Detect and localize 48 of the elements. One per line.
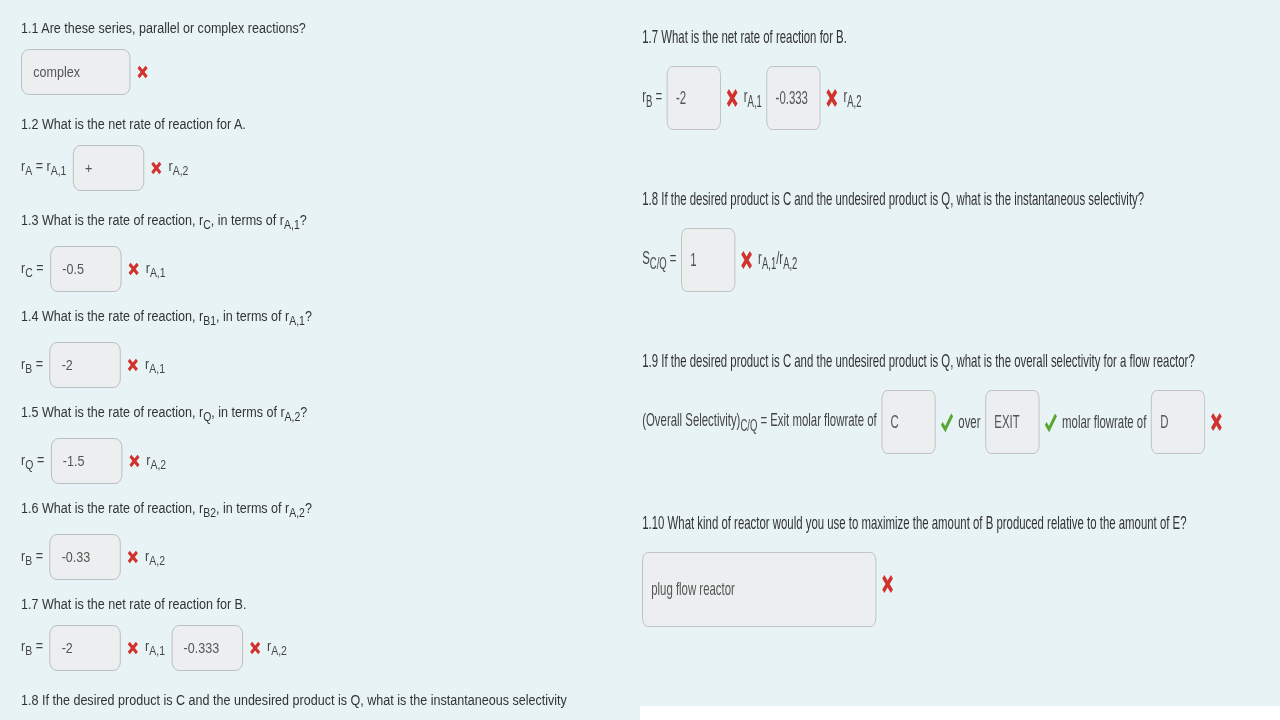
- answer-field[interactable]: -0.333: [171, 625, 243, 671]
- formula-label: r$_{A,2}$: [168, 157, 189, 179]
- formula-label: r$_{A,2}$: [843, 85, 862, 111]
- question-text: 1.10 What kind of reactor would you use to maximize the amount of B produced relative to the amount of E?: [642, 511, 1188, 535]
- formula-label: r$_{B}$ =: [642, 85, 663, 111]
- question-text: 1.5 What is the rate of reaction, r$_{Q}$, in terms of r$_{A,2}$?: [21, 402, 309, 427]
- formula-label: r$_{B}$ =: [21, 546, 44, 568]
- formula-label: S$_{C/Q}$ =: [642, 247, 677, 273]
- question-text: 1.4 What is the rate of reaction, r$_{B1}$, in terms of r$_{A,1}$?: [21, 306, 313, 331]
- formula-label: r$_{A,1}$: [145, 354, 165, 376]
- formula-label: r$_{A,1}$: [145, 637, 165, 659]
- answer-field[interactable]: complex: [21, 49, 131, 95]
- answer-field[interactable]: -0.33: [49, 534, 121, 581]
- formula-label: r$_{A}$ = r$_{A,1}$: [21, 157, 67, 179]
- question-text: 1.8 If the desired product is C and the undesired product is Q, what is the instantaneous selectivity: [21, 690, 568, 710]
- formula-label: r$_{A,2}$: [145, 546, 165, 568]
- formula-label: r$_{A,1}$: [145, 258, 166, 280]
- answer-field[interactable]: EXIT: [985, 390, 1040, 454]
- formula-label: r$_{B}$ =: [21, 354, 44, 376]
- question-text: 1.7 What is the net rate of reaction for B.: [642, 25, 848, 49]
- answer-field[interactable]: -2: [49, 625, 121, 671]
- question-text: 1.8 If the desired product is C and the undesired product is Q, what is the instantaneous selectivity?: [642, 187, 1146, 211]
- formula-label: molar flowrate of: [1062, 411, 1147, 433]
- formula-label: r$_{C}$ =: [21, 258, 44, 280]
- answer-field[interactable]: -0.333: [766, 66, 821, 130]
- question-text: 1.3 What is the rate of reaction, r$_{C}$, in terms of r$_{A,1}$?: [21, 210, 308, 235]
- answer-field[interactable]: +: [72, 145, 145, 191]
- formula-label: r$_{A,1}$/r$_{A,2}$: [758, 247, 798, 273]
- formula-label: over: [958, 411, 981, 433]
- question-text: 1.9 If the desired product is C and the undesired product is Q, what is the overall selectivity for a flow reactor?: [642, 349, 1196, 373]
- answer-field[interactable]: C: [881, 390, 936, 454]
- question-text: 1.2 What is the net rate of reaction for A.: [21, 114, 247, 134]
- formula-label: r$_{A,2}$: [146, 450, 167, 472]
- formula-label: r$_{Q}$ =: [21, 450, 45, 472]
- question-text: 1.6 What is the rate of reaction, r$_{B2}$, in terms of r$_{A,2}$?: [21, 498, 313, 523]
- question-text: 1.7 What is the net rate of reaction for B.: [21, 594, 248, 614]
- formula-label: r$_{A,1}$: [743, 85, 762, 111]
- answer-field[interactable]: -2: [49, 342, 121, 389]
- answer-field[interactable]: plug flow reactor: [642, 551, 877, 627]
- answer-field[interactable]: -2: [666, 66, 721, 130]
- answer-field[interactable]: -0.5: [50, 246, 122, 293]
- answer-field[interactable]: 1: [681, 228, 736, 292]
- answer-field[interactable]: D: [1151, 390, 1206, 454]
- formula-label: (Overall Selectivity)$_{C/Q}$ = Exit molar flowrate of: [642, 409, 877, 435]
- question-text: 1.1 Are these series, parallel or complex reactions?: [21, 18, 307, 38]
- answer-field[interactable]: -1.5: [50, 438, 122, 485]
- formula-label: r$_{A,2}$: [267, 637, 287, 659]
- formula-label: r$_{B}$ =: [21, 637, 44, 659]
